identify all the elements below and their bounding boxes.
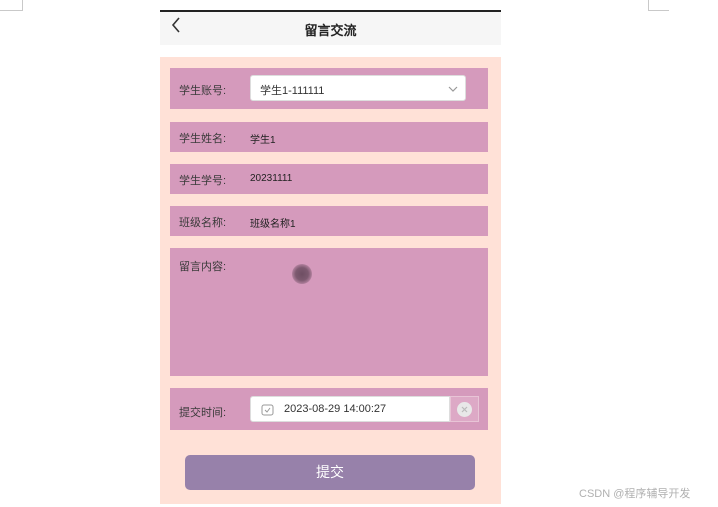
class-value: 班级名称1 — [250, 219, 296, 230]
nav-bar: 留言交流 — [160, 12, 501, 45]
name-value: 学生1 — [250, 135, 276, 146]
document-corner-mark — [0, 0, 23, 11]
class-row: 班级名称: 班级名称1 — [170, 206, 488, 236]
time-label: 提交时间: — [179, 407, 227, 419]
chevron-down-icon — [447, 82, 459, 94]
account-select[interactable]: 学生1-111111 — [250, 75, 466, 101]
message-label: 留言内容: — [179, 261, 227, 273]
number-label: 学生学号: — [179, 175, 227, 187]
clear-time-button[interactable] — [450, 396, 479, 422]
watermark: CSDN @程序辅导开发 — [579, 488, 691, 500]
page-title: 留言交流 — [304, 23, 357, 38]
mobile-page: 留言交流 学生账号: 学生1-111111 学生姓名: 学生1 学生学号: 20… — [160, 10, 501, 504]
number-row: 学生学号: 20231111 — [170, 164, 488, 194]
account-row: 学生账号: 学生1-111111 — [170, 68, 488, 109]
time-value: 2023-08-29 14:00:27 — [284, 403, 387, 415]
name-label: 学生姓名: — [179, 133, 227, 145]
name-row: 学生姓名: 学生1 — [170, 122, 488, 152]
number-value: 20231111 — [250, 173, 293, 184]
clear-icon — [457, 402, 472, 417]
account-label: 学生账号: — [179, 85, 227, 97]
calendar-icon — [261, 403, 274, 416]
cursor-dot — [292, 264, 312, 284]
class-label: 班级名称: — [179, 217, 227, 229]
time-picker[interactable]: 2023-08-29 14:00:27 — [250, 396, 450, 422]
account-select-value: 学生1-111111 — [260, 85, 325, 97]
submit-button[interactable]: 提交 — [185, 455, 475, 490]
message-row[interactable]: 留言内容: — [170, 248, 488, 376]
document-corner-mark — [648, 0, 669, 11]
time-row: 提交时间: 2023-08-29 14:00:27 — [170, 388, 488, 430]
nav-divider — [160, 45, 501, 57]
